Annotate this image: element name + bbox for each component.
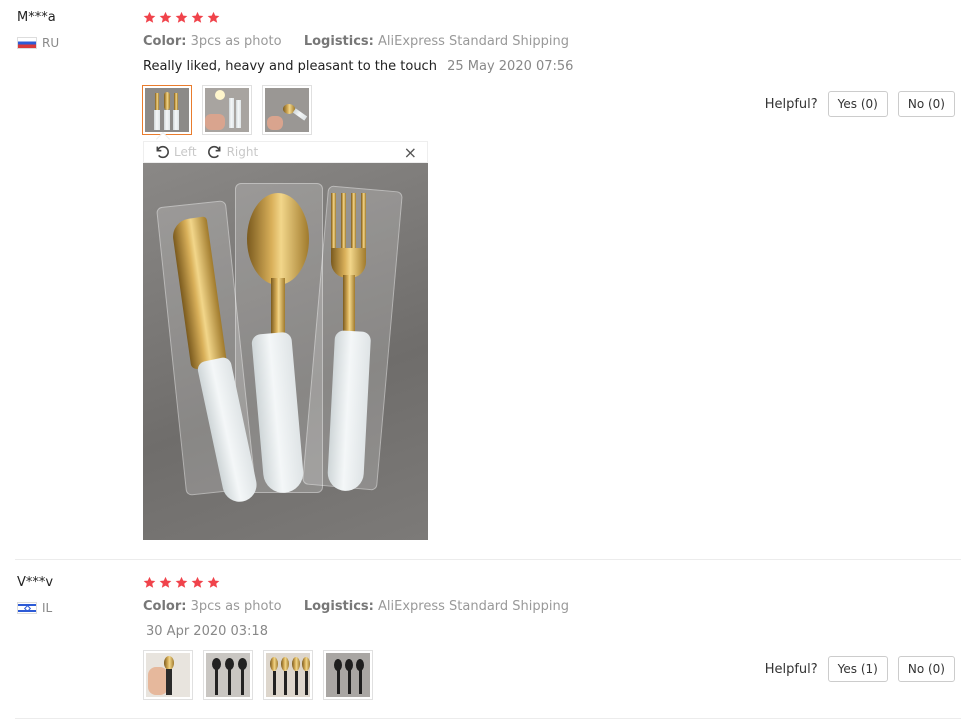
star-icon bbox=[143, 576, 156, 588]
helpful-controls: Helpful? Yes (0) No (0) bbox=[765, 91, 955, 117]
star-rating bbox=[143, 11, 220, 24]
photo-thumbnail[interactable] bbox=[203, 650, 253, 700]
star-icon bbox=[159, 576, 172, 588]
photo-thumbnail[interactable] bbox=[143, 650, 193, 700]
photo-thumbnails bbox=[143, 650, 373, 700]
color-label: Color: bbox=[143, 34, 187, 49]
helpful-no-button[interactable]: No (0) bbox=[897, 656, 955, 682]
order-info: Color: 3pcs as photo Logistics: AliExpre… bbox=[143, 34, 569, 49]
helpful-yes-button[interactable]: Yes (1) bbox=[827, 656, 888, 682]
star-icon bbox=[207, 576, 220, 588]
order-info: Color: 3pcs as photo Logistics: AliExpre… bbox=[143, 599, 569, 614]
country-code: IL bbox=[42, 601, 53, 615]
star-icon bbox=[175, 11, 188, 23]
photo-thumbnail[interactable] bbox=[262, 85, 312, 135]
helpful-yes-button[interactable]: Yes (0) bbox=[827, 91, 888, 117]
reviewer-country: IL bbox=[17, 601, 52, 615]
photo-thumbnail[interactable] bbox=[263, 650, 313, 700]
logistics-label: Logistics: bbox=[303, 599, 374, 614]
helpful-label: Helpful? bbox=[764, 661, 818, 677]
review-date: 25 May 2020 07:56 bbox=[447, 59, 574, 74]
helpful-no-button[interactable]: No (0) bbox=[897, 91, 955, 117]
rotate-left-icon bbox=[156, 145, 169, 159]
star-icon bbox=[159, 11, 172, 23]
photo-thumbnail[interactable] bbox=[142, 85, 192, 135]
photo-thumbnail[interactable] bbox=[323, 650, 373, 700]
photo-thumbnails bbox=[142, 85, 312, 135]
rotate-left-button[interactable]: Left bbox=[154, 144, 197, 160]
star-icon bbox=[143, 11, 156, 23]
helpful-controls: Helpful? Yes (1) No (0) bbox=[765, 656, 955, 682]
color-value: 3pcs as photo bbox=[190, 34, 282, 49]
rotate-right-button[interactable]: Right bbox=[207, 144, 259, 160]
review-date: 30 Apr 2020 03:18 bbox=[146, 624, 268, 639]
rotate-left-label: Left bbox=[174, 145, 197, 159]
star-icon bbox=[175, 576, 188, 588]
review-text: Really liked, heavy and pleasant to the … bbox=[143, 59, 437, 74]
close-icon[interactable]: × bbox=[404, 143, 417, 162]
review-divider bbox=[15, 718, 961, 719]
review-body: 30 Apr 2020 03:18 bbox=[143, 624, 268, 639]
reviewer-country: RU bbox=[17, 36, 59, 50]
helpful-label: Helpful? bbox=[764, 96, 818, 112]
star-icon bbox=[191, 11, 204, 23]
review-item: M***a RU Color: 3pcs as photo Logistics:… bbox=[0, 0, 969, 560]
star-icon bbox=[207, 11, 220, 23]
star-rating bbox=[143, 576, 220, 589]
color-label: Color: bbox=[143, 599, 187, 614]
star-icon bbox=[191, 576, 204, 588]
logistics-label: Logistics: bbox=[303, 34, 374, 49]
reviewer-name: M***a bbox=[17, 10, 56, 25]
country-code: RU bbox=[42, 36, 60, 50]
review-divider bbox=[15, 559, 961, 560]
reviewer-name: V***v bbox=[17, 575, 54, 590]
review-item: V***v IL Color: 3pcs as photo Logistics:… bbox=[0, 565, 969, 722]
rotate-right-icon bbox=[207, 145, 221, 159]
rotate-right-label: Right bbox=[226, 145, 259, 159]
review-photo-large bbox=[143, 163, 428, 540]
israel-flag-icon bbox=[17, 602, 37, 614]
logistics-value: AliExpress Standard Shipping bbox=[378, 599, 570, 614]
photo-thumbnail[interactable] bbox=[202, 85, 252, 135]
review-body: Really liked, heavy and pleasant to the … bbox=[143, 59, 573, 74]
color-value: 3pcs as photo bbox=[190, 599, 282, 614]
logistics-value: AliExpress Standard Shipping bbox=[378, 34, 570, 49]
russia-flag-icon bbox=[17, 37, 37, 49]
image-viewer-toolbar: Left Right × bbox=[143, 141, 428, 163]
